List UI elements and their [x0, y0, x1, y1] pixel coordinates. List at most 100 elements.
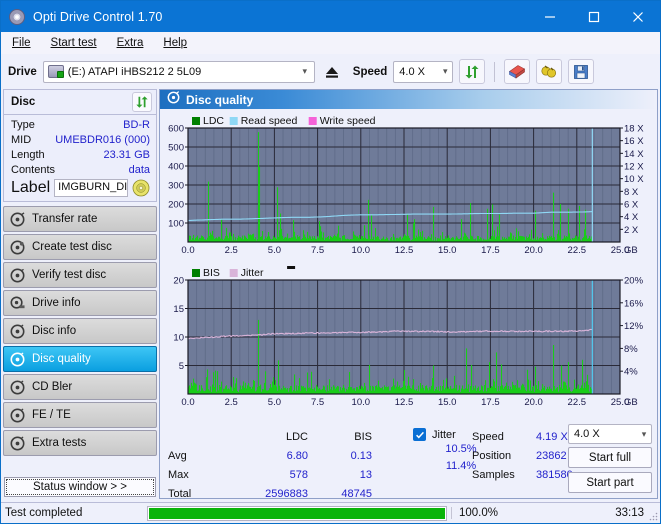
test-speed-select[interactable]: 4.0 X ▾	[568, 424, 652, 444]
progress-bar	[147, 505, 447, 521]
save-button[interactable]	[568, 59, 595, 84]
svg-text:GB: GB	[624, 245, 638, 256]
disc-field-value: BD-R	[123, 118, 150, 131]
sidebar-item-drive-info[interactable]: Drive info	[3, 290, 157, 316]
menu-file[interactable]: File	[9, 36, 34, 50]
cd-bler-icon	[10, 379, 25, 395]
chevron-down-icon: ▾	[641, 428, 647, 439]
drive-icon	[47, 65, 64, 78]
menu-help[interactable]: Help	[160, 36, 190, 50]
disc-quality-icon	[167, 90, 180, 109]
svg-text:LDC: LDC	[203, 115, 224, 127]
svg-text:10.0: 10.0	[352, 397, 371, 408]
elapsed-time: 33:13	[615, 507, 644, 519]
svg-text:600: 600	[168, 124, 184, 135]
svg-text:17.5: 17.5	[481, 245, 500, 256]
disc-field-label: Contents	[11, 163, 56, 176]
disc-field-length: Length 23.31 GB	[11, 147, 150, 162]
menu-start-test[interactable]: Start test	[48, 36, 100, 50]
svg-text:20.0: 20.0	[524, 397, 543, 408]
progress-bar-fill	[149, 507, 445, 519]
svg-text:100: 100	[168, 219, 184, 230]
status-window-button[interactable]: Status window > >	[4, 477, 156, 497]
sidebar-item-extra-tests[interactable]: Extra tests	[3, 430, 157, 456]
svg-text:10.0: 10.0	[352, 245, 371, 256]
svg-text:20: 20	[173, 276, 184, 287]
table-row: Total 2596883 48745	[168, 485, 372, 502]
test-speed-value: 4.0 X	[574, 428, 600, 440]
drive-info-icon	[10, 296, 25, 311]
svg-text:16%: 16%	[624, 298, 644, 309]
disc-panel-header: Disc	[4, 90, 156, 115]
disc-field-contents: Contents data	[11, 162, 150, 177]
bulb-icon	[541, 64, 557, 78]
table-header-row: LDC BIS	[168, 428, 372, 445]
col-header-ldc: LDC	[285, 430, 308, 443]
svg-text:8%: 8%	[624, 344, 638, 355]
start-part-button[interactable]: Start part	[568, 472, 652, 493]
total-bis-value: 48745	[341, 487, 372, 500]
sidebar-item-disc-info[interactable]: Disc info	[3, 318, 157, 344]
cd-icon[interactable]	[132, 179, 150, 197]
sidebar-item-cd-bler[interactable]: CD Bler	[3, 374, 157, 400]
total-ldc-value: 2596883	[265, 487, 308, 500]
sidebar-item-fe-te[interactable]: FE / TE	[3, 402, 157, 428]
col-header-bis: BIS	[354, 430, 372, 443]
minimize-icon[interactable]	[528, 1, 572, 32]
progress-percent: 100.0%	[451, 507, 523, 519]
ldc-chart[interactable]: 100 200 300 400 500 600 2 X 4 X6 X 8 X 10 X 12 X 14…	[160, 110, 657, 262]
drive-select[interactable]: (E:) ATAPI iHBS212 2 5L09 ▾	[42, 60, 315, 83]
jitter-checkbox[interactable]	[413, 428, 426, 441]
svg-text:0.0: 0.0	[181, 245, 194, 256]
maximize-icon[interactable]	[572, 1, 616, 32]
extra-tests-icon	[10, 435, 25, 451]
disc-refresh-button[interactable]	[132, 92, 152, 112]
sidebar-item-label: Disc quality	[32, 353, 91, 365]
svg-text:7.5: 7.5	[311, 245, 324, 256]
row-label-max: Max	[168, 468, 189, 481]
row-label-avg: Avg	[168, 449, 187, 462]
bis-jitter-chart[interactable]: 5 10 15 20 4% 8% 12% 16% 20% 0.0 2.5 5.0 7.5 10.0 12.5…	[160, 262, 657, 414]
svg-text:5.0: 5.0	[268, 245, 281, 256]
disc-info-panel: Disc Type BD-R MID UMEBDR016 (000) Lengt…	[3, 89, 157, 202]
start-full-button[interactable]: Start full	[568, 447, 652, 468]
sidebar-item-verify-test-disc[interactable]: Verify test disc	[3, 262, 157, 288]
main-panel: Disc quality 100 200 300 400 500 600 2 X 4 X6 X…	[159, 89, 658, 500]
svg-text:22.5: 22.5	[568, 245, 587, 256]
svg-text:2.5: 2.5	[225, 397, 238, 408]
max-bis-value: 13	[359, 468, 372, 481]
svg-text:12.5: 12.5	[395, 397, 414, 408]
sidebar-item-create-test-disc[interactable]: Create test disc	[3, 234, 157, 260]
disc-label-input[interactable]: IMGBURN_DIS	[54, 179, 128, 197]
config-button[interactable]	[536, 59, 563, 84]
svg-text:17.5: 17.5	[481, 397, 500, 408]
drive-select-value: (E:) ATAPI iHBS212 2 5L09	[67, 65, 202, 78]
erase-button[interactable]	[504, 59, 531, 84]
stats-table: LDC BIS Avg 6.80 0.13 Max 578 13 Total 2…	[166, 426, 374, 504]
close-icon[interactable]	[616, 1, 660, 32]
chevron-down-icon: ▾	[443, 66, 448, 76]
resize-grip-icon[interactable]	[648, 511, 658, 521]
speed-select[interactable]: 4.0 X ▾	[393, 60, 454, 83]
disc-field-type: Type BD-R	[11, 117, 150, 132]
app-window: Opti Drive Control 1.70 File Start test …	[0, 0, 661, 524]
menu-extra[interactable]: Extra	[114, 36, 147, 50]
sidebar-item-disc-quality[interactable]: Disc quality	[3, 346, 157, 372]
svg-text:2 X: 2 X	[624, 225, 639, 236]
eject-button[interactable]	[321, 61, 343, 83]
body: Disc Type BD-R MID UMEBDR016 (000) Lengt…	[1, 89, 660, 501]
chevron-down-icon: ▾	[302, 66, 308, 76]
disc-field-label: Type	[11, 118, 35, 131]
svg-text:7.5: 7.5	[311, 397, 324, 408]
refresh-button[interactable]	[459, 59, 486, 84]
sidebar-item-label: CD Bler	[32, 381, 73, 393]
speed-label: Speed	[352, 65, 388, 78]
svg-text:15: 15	[173, 304, 184, 315]
sidebar-item-label: Create test disc	[32, 241, 112, 253]
jitter-label: Jitter	[432, 428, 456, 441]
sidebar-item-label: FE / TE	[32, 409, 71, 421]
sidebar-item-label: Drive info	[32, 297, 81, 309]
svg-text:16 X: 16 X	[624, 136, 644, 147]
drive-label: Drive	[8, 65, 37, 78]
sidebar-item-transfer-rate[interactable]: Transfer rate	[3, 206, 157, 232]
